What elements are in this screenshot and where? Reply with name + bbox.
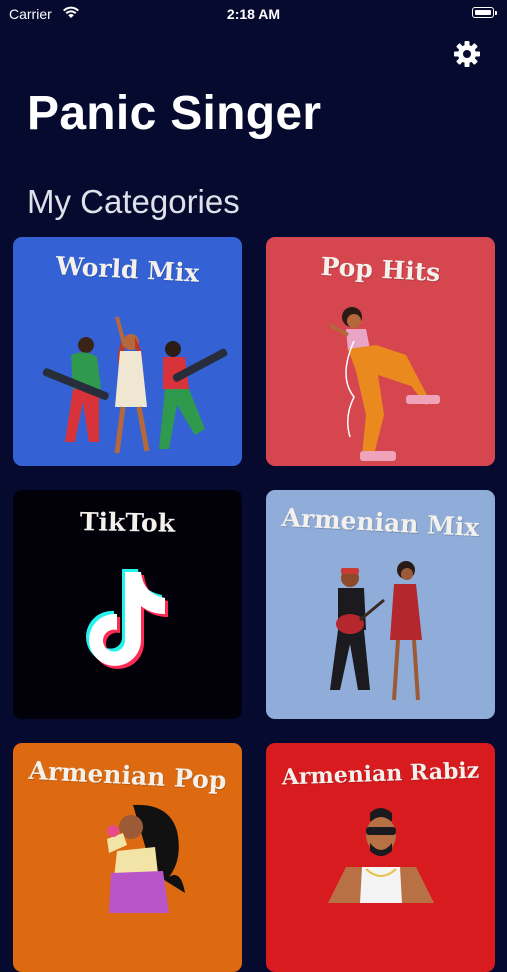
dancers-illustration — [42, 316, 228, 454]
category-card-world-mix[interactable]: World Mix — [13, 237, 242, 466]
singer-illustration — [329, 307, 440, 461]
category-card-armenian-rabiz[interactable]: Armenian Rabiz — [266, 743, 495, 972]
category-card-armenian-mix[interactable]: Armenian Mix — [266, 490, 495, 719]
category-card-pop-hits[interactable]: Pop Hits — [266, 237, 495, 466]
category-card-tiktok[interactable]: TikTok — [13, 490, 242, 719]
tiktok-logo-icon — [86, 569, 168, 669]
category-grid: World Mix Pop Hits TikTok Armenian Mix A… — [0, 0, 507, 972]
duo-illustration — [330, 561, 422, 701]
category-card-armenian-pop[interactable]: Armenian Pop — [13, 743, 242, 972]
pop-singer-illustration — [107, 804, 185, 913]
rabiz-singer-illustration — [328, 808, 434, 903]
